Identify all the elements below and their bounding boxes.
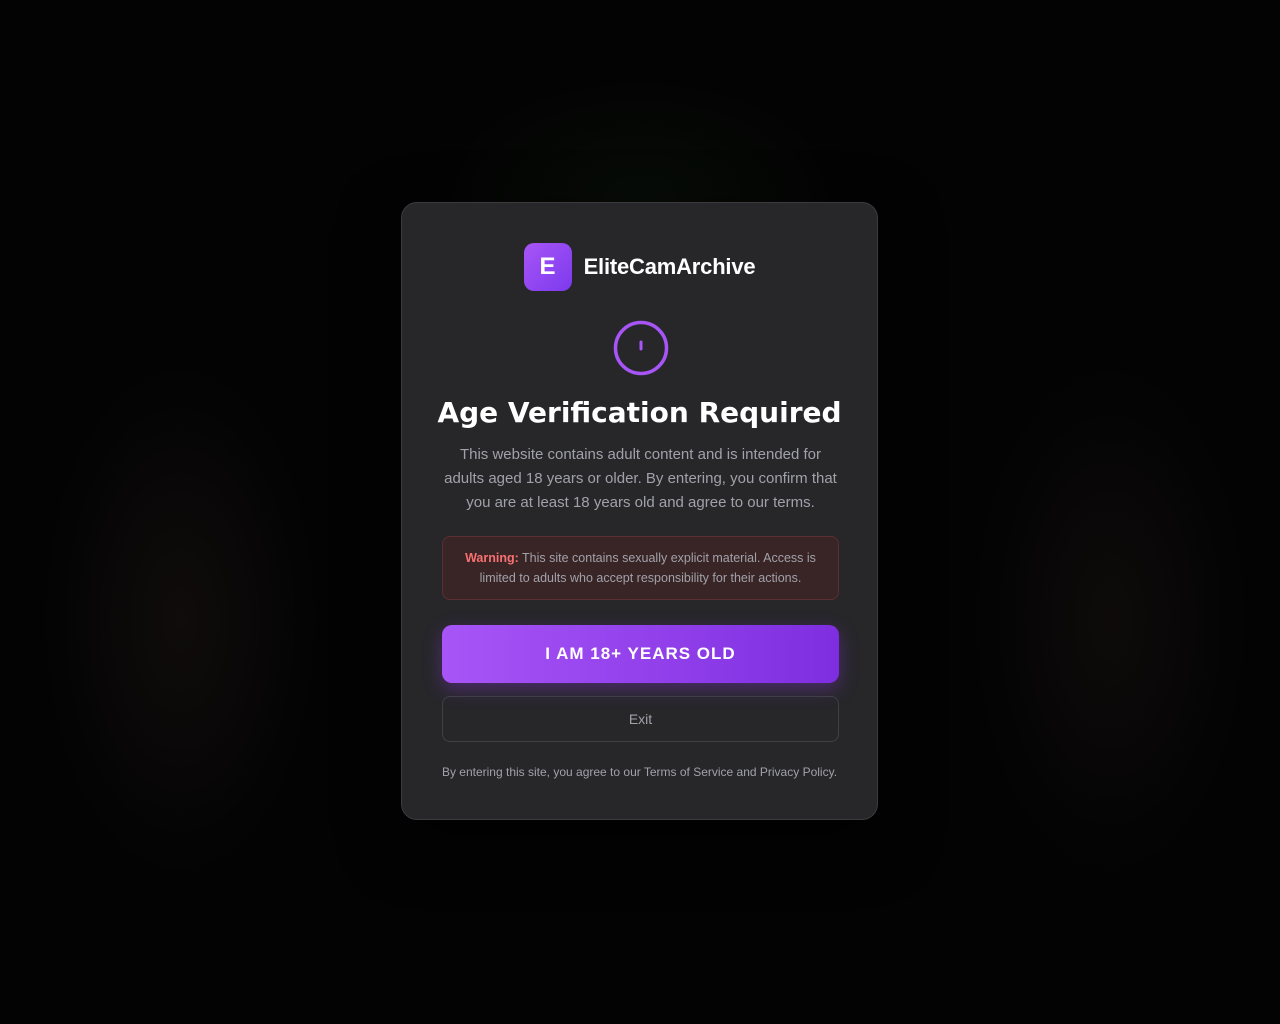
terms-notice: By entering this site, you agree to our … [441,765,838,779]
brand-logo: E [523,243,572,291]
enter-button[interactable]: I AM 18+ YEARS OLD [442,625,839,683]
warning-text: This site contains sexually explicit mat… [479,551,816,585]
warning-label: Warning: [465,551,519,565]
brand-header: E EliteCamArchive [402,243,877,291]
exit-button[interactable]: Exit [442,696,839,742]
warning-box: Warning: This site contains sexually exp… [442,536,839,600]
modal-title: Age Verification Required [437,396,842,429]
alert-circle-icon [613,320,669,376]
modal-description: This website contains adult content and … [444,446,837,511]
brand-name: EliteCamArchive [583,254,756,279]
age-verification-modal: E EliteCamArchive Age Verification Requi… [401,202,878,820]
